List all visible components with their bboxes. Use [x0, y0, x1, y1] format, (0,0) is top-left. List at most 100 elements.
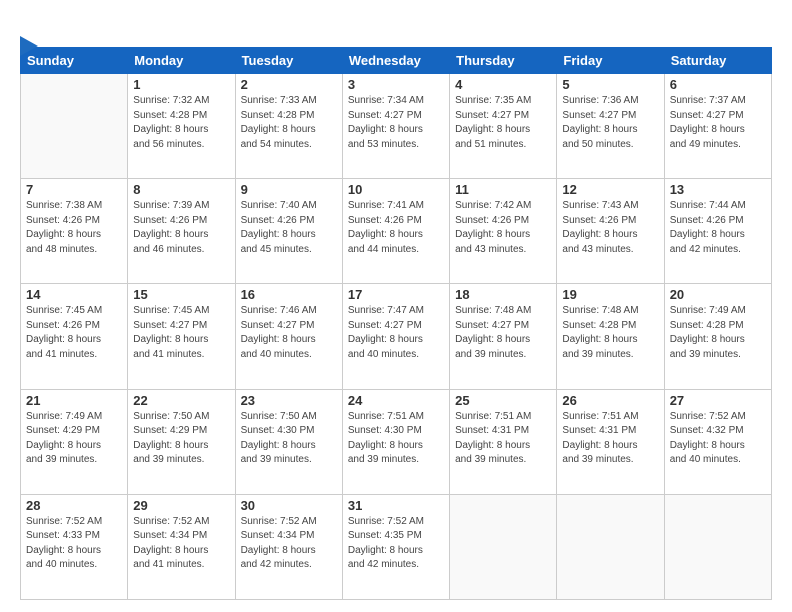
day-info-line: Sunrise: 7:40 AM [241, 200, 317, 211]
day-number: 24 [348, 393, 444, 408]
day-info-line: and 43 minutes. [455, 244, 526, 255]
day-info-line: and 53 minutes. [348, 139, 419, 150]
table-row: 1 Sunrise: 7:32 AMSunset: 4:28 PMDaylight… [128, 74, 235, 179]
table-row [21, 74, 128, 179]
day-info-line: Sunrise: 7:51 AM [562, 411, 638, 422]
table-row: 19 Sunrise: 7:48 AMSunset: 4:28 PMDayligh… [557, 284, 664, 389]
day-info: Sunrise: 7:36 AMSunset: 4:27 PMDaylight:… [562, 94, 658, 152]
col-saturday: Saturday [664, 48, 771, 74]
day-number: 9 [241, 182, 337, 197]
day-info: Sunrise: 7:48 AMSunset: 4:28 PMDaylight:… [562, 304, 658, 362]
day-info-line: and 39 minutes. [455, 349, 526, 360]
day-info: Sunrise: 7:32 AMSunset: 4:28 PMDaylight:… [133, 94, 229, 152]
day-info-line: Sunrise: 7:38 AM [26, 200, 102, 211]
day-number: 20 [670, 287, 766, 302]
day-info-line: Daylight: 8 hours [562, 124, 637, 135]
day-info-line: Daylight: 8 hours [562, 440, 637, 451]
table-row: 27Sunrise: 7:52 AMSunset: 4:32 PMDayligh… [664, 389, 771, 494]
table-row: 6Sunrise: 7:37 AMSunset: 4:27 PMDaylight… [664, 74, 771, 179]
day-number: 10 [348, 182, 444, 197]
table-row: 17Sunrise: 7:47 AMSunset: 4:27 PMDayligh… [342, 284, 449, 389]
day-info-line: Sunrise: 7:51 AM [455, 411, 531, 422]
day-info-line: and 39 minutes. [241, 454, 312, 465]
header [20, 18, 772, 39]
day-info-line: Sunrise: 7:32 AM [133, 95, 209, 106]
day-info-line: Daylight: 8 hours [348, 124, 423, 135]
table-row: 14Sunrise: 7:45 AMSunset: 4:26 PMDayligh… [21, 284, 128, 389]
day-number: 22 [133, 393, 229, 408]
day-info-line: Sunset: 4:27 PM [455, 320, 529, 331]
day-info-line: Sunrise: 7:50 AM [241, 411, 317, 422]
day-info-line: Sunset: 4:26 PM [562, 215, 636, 226]
day-info-line: and 39 minutes. [26, 454, 97, 465]
day-info-line: Sunrise: 7:44 AM [670, 200, 746, 211]
day-info: Sunrise: 7:45 AMSunset: 4:27 PMDaylight:… [133, 304, 229, 362]
day-number: 7 [26, 182, 122, 197]
day-info-line: Sunset: 4:28 PM [241, 110, 315, 121]
day-info-line: Sunset: 4:26 PM [133, 215, 207, 226]
day-number: 16 [241, 287, 337, 302]
day-info-line: Daylight: 8 hours [26, 545, 101, 556]
day-number: 2 [241, 77, 337, 92]
day-info: Sunrise: 7:33 AMSunset: 4:28 PMDaylight:… [241, 94, 337, 152]
day-info-line: Daylight: 8 hours [348, 229, 423, 240]
table-row: 9 Sunrise: 7:40 AM Sunset: 4:26 PM Daylight… [235, 179, 342, 284]
day-info-line: Sunrise: 7:51 AM [348, 411, 424, 422]
day-info-line: and 54 minutes. [241, 139, 312, 150]
day-info: Sunrise: 7:40 AM Sunset: 4:26 PM Daylight:… [241, 199, 337, 257]
calendar-week-row: 21Sunrise: 7:49 AMSunset: 4:29 PMDayligh… [21, 389, 772, 494]
day-info: Sunrise: 7:52 AMSunset: 4:35 PMDaylight:… [348, 515, 444, 573]
day-info-line: and 40 minutes. [348, 349, 419, 360]
day-info-line: Sunset: 4:29 PM [26, 425, 100, 436]
day-info-line: Daylight: 8 hours [26, 229, 101, 240]
day-info-line: Sunset: 4:28 PM [670, 320, 744, 331]
day-info-line: Sunset: 4:27 PM [348, 320, 422, 331]
table-row: 3Sunrise: 7:34 AMSunset: 4:27 PMDaylight… [342, 74, 449, 179]
day-number: 31 [348, 498, 444, 513]
day-info-line: and 39 minutes. [562, 349, 633, 360]
table-row: 22Sunrise: 7:50 AMSunset: 4:29 PMDayligh… [128, 389, 235, 494]
day-info: Sunrise: 7:52 AMSunset: 4:32 PMDaylight:… [670, 410, 766, 468]
day-info-line: Daylight: 8 hours [670, 334, 745, 345]
day-number: 26 [562, 393, 658, 408]
day-number: 13 [670, 182, 766, 197]
day-info-line: Sunrise: 7:41 AM [348, 200, 424, 211]
day-info-line: Daylight: 8 hours [26, 334, 101, 345]
day-info-line: and 39 minutes. [348, 454, 419, 465]
day-info: Sunrise: 7:52 AMSunset: 4:33 PMDaylight:… [26, 515, 122, 573]
table-row: 12Sunrise: 7:43 AMSunset: 4:26 PMDayligh… [557, 179, 664, 284]
day-info-line: and 44 minutes. [348, 244, 419, 255]
day-info-line: Sunset: 4:31 PM [455, 425, 529, 436]
col-wednesday: Wednesday [342, 48, 449, 74]
day-info-line: Sunset: 4:26 PM [241, 215, 315, 226]
day-number: 1 [133, 77, 229, 92]
day-info-line: Sunset: 4:26 PM [26, 320, 100, 331]
calendar-week-row: 7 Sunrise: 7:38 AM Sunset: 4:26 PM Daylight… [21, 179, 772, 284]
day-info-line: Daylight: 8 hours [670, 440, 745, 451]
day-info-line: Daylight: 8 hours [562, 334, 637, 345]
day-info-line: Daylight: 8 hours [241, 229, 316, 240]
col-friday: Friday [557, 48, 664, 74]
calendar-week-row: 1Sunrise: 7:32 AMSunset: 4:28 PMDaylight… [21, 74, 772, 179]
day-info: Sunrise: 7:52 AMSunset: 4:34 PMDaylight:… [241, 515, 337, 573]
table-row: 4Sunrise: 7:35 AMSunset: 4:27 PMDaylight… [450, 74, 557, 179]
day-info-line: Sunset: 4:30 PM [241, 425, 315, 436]
day-info-line: and 56 minutes. [133, 139, 204, 150]
table-row: 24Sunrise: 7:51 AMSunset: 4:30 PMDayligh… [342, 389, 449, 494]
table-row: 30Sunrise: 7:52 AMSunset: 4:34 PMDayligh… [235, 494, 342, 599]
day-info-line: Daylight: 8 hours [455, 229, 530, 240]
day-info: Sunrise: 7:49 AMSunset: 4:28 PMDaylight:… [670, 304, 766, 362]
table-row: 23Sunrise: 7:50 AMSunset: 4:30 PMDayligh… [235, 389, 342, 494]
day-info-line: and 39 minutes. [670, 349, 741, 360]
day-info-line: Daylight: 8 hours [670, 124, 745, 135]
day-number: 28 [26, 498, 122, 513]
day-info-line: and 43 minutes. [562, 244, 633, 255]
day-info-line: Daylight: 8 hours [562, 229, 637, 240]
day-number: 19 [562, 287, 658, 302]
day-info-line: Sunrise: 7:33 AM [241, 95, 317, 106]
day-info-line: Sunrise: 7:43 AM [562, 200, 638, 211]
day-info: Sunrise: 7:44 AMSunset: 4:26 PMDaylight:… [670, 199, 766, 257]
day-info-line: Sunrise: 7:45 AM [26, 305, 102, 316]
day-info: Sunrise: 7:49 AMSunset: 4:29 PMDaylight:… [26, 410, 122, 468]
day-info: Sunrise: 7:46 AMSunset: 4:27 PMDaylight:… [241, 304, 337, 362]
